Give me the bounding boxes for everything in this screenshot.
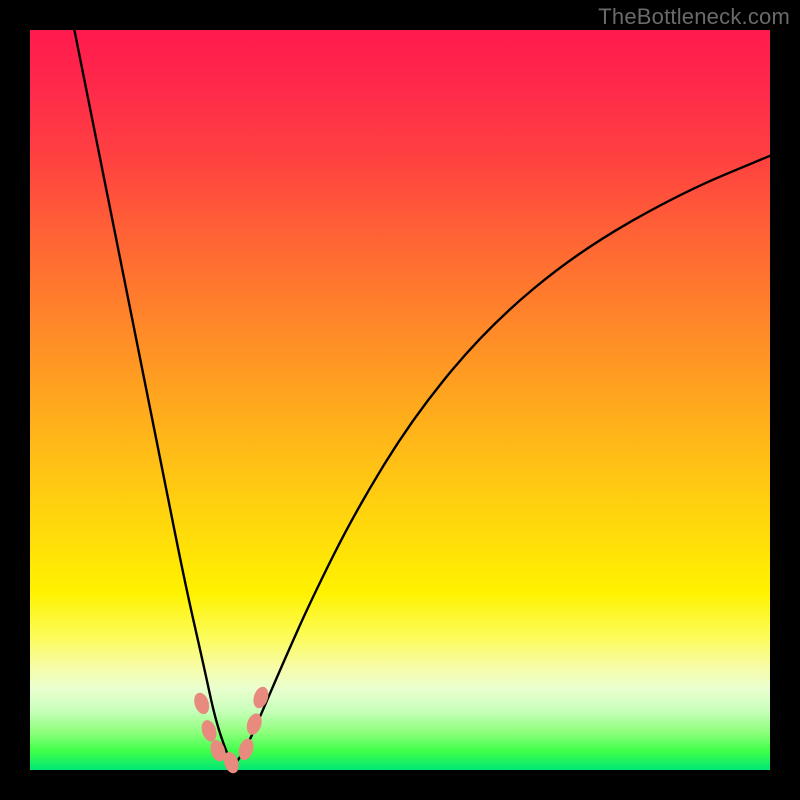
curve-layer	[30, 30, 770, 770]
plot-area	[30, 30, 770, 770]
curve-right-branch	[234, 156, 771, 767]
optimal-marker	[251, 685, 271, 710]
chart-frame: TheBottleneck.com	[0, 0, 800, 800]
curve-left-branch	[74, 30, 233, 766]
watermark-text: TheBottleneck.com	[598, 4, 790, 30]
optimal-markers	[192, 685, 271, 775]
